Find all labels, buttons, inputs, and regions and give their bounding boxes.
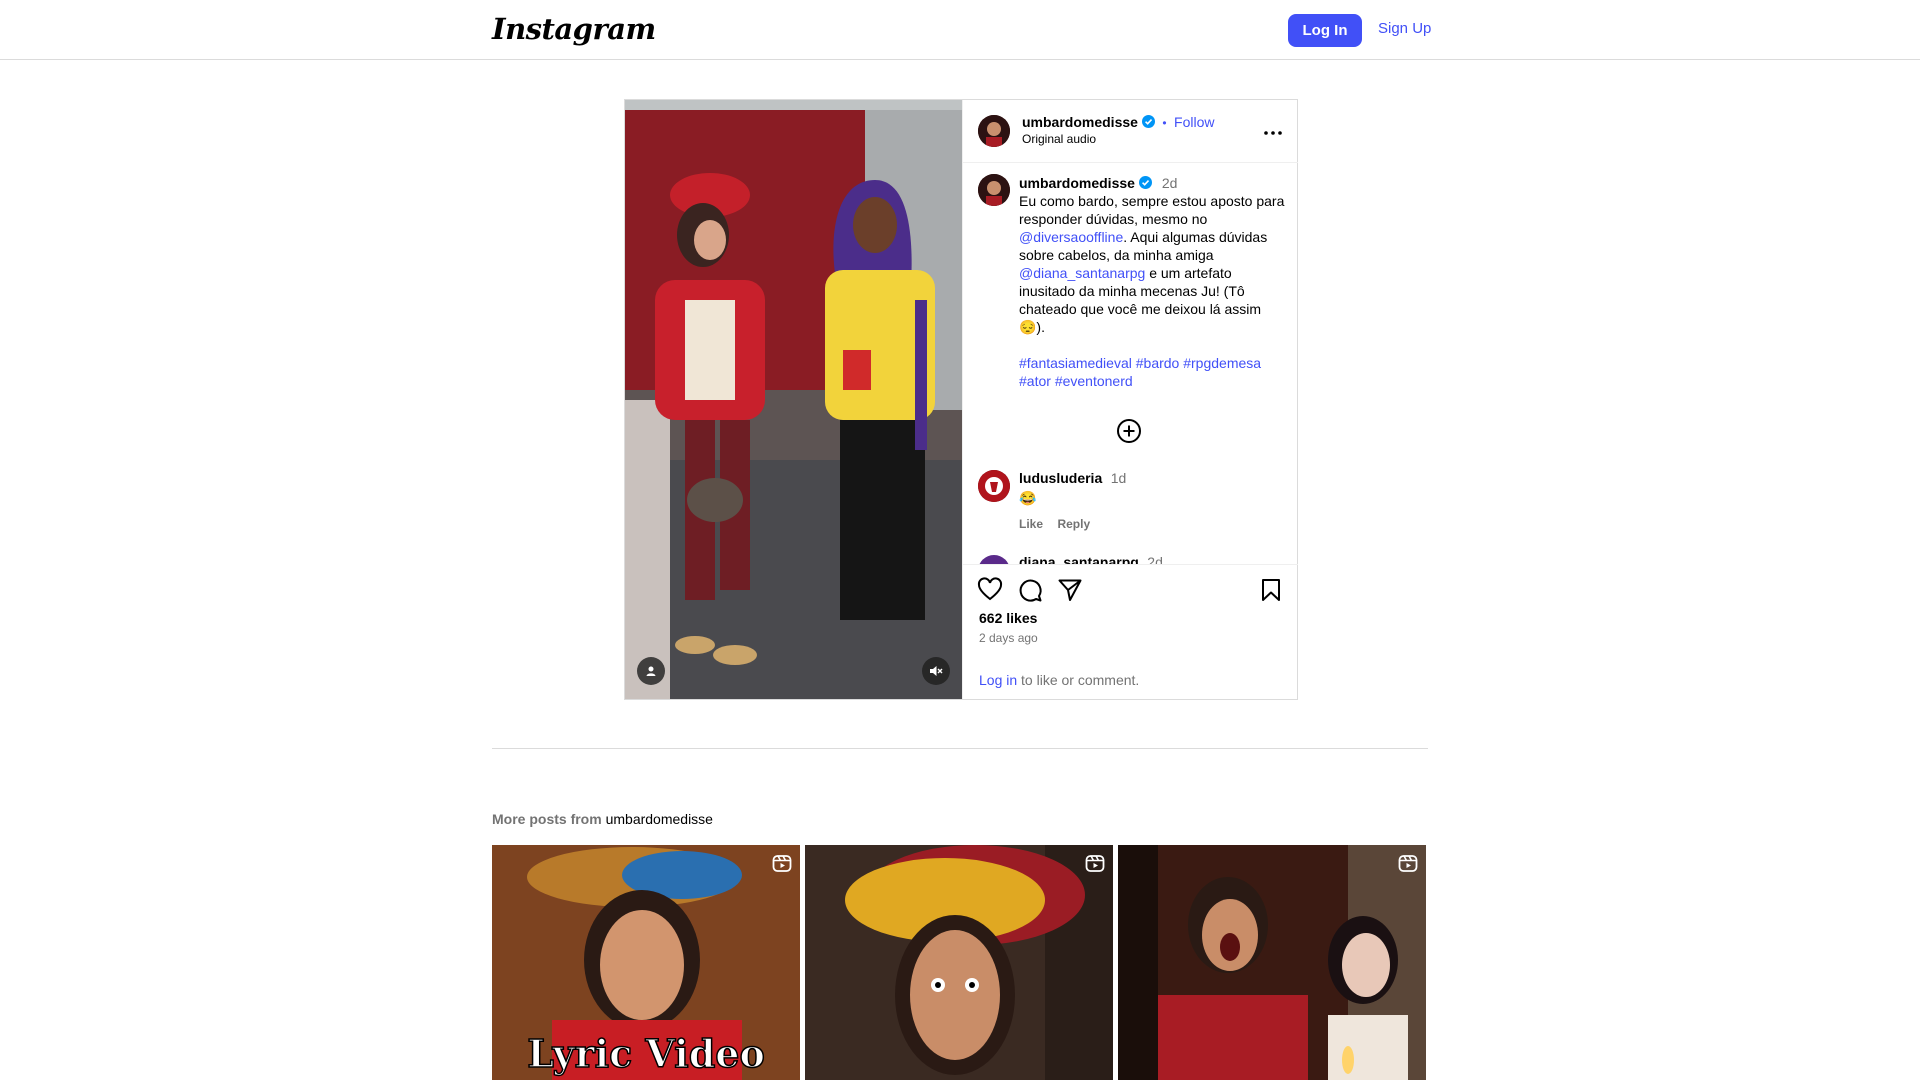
- more-horizontal-icon[interactable]: [1262, 122, 1284, 144]
- mute-button[interactable]: [922, 657, 950, 685]
- thumbnail-overlay-text: Lyric Video: [527, 1031, 765, 1076]
- user-icon: [646, 666, 656, 676]
- post-timestamp[interactable]: 2 days ago: [979, 631, 1038, 645]
- verified-badge-icon: [1138, 176, 1152, 189]
- login-button[interactable]: Log In: [1288, 14, 1362, 47]
- speaker-muted-icon: [930, 666, 943, 676]
- comment-item: ludusluderia 1d 😂 Like Reply: [1019, 470, 1279, 533]
- thumbnail-image: [1118, 845, 1426, 1080]
- comment-time[interactable]: 1d: [1111, 470, 1127, 486]
- thumbnail-image: [805, 845, 1113, 1080]
- verified-badge-icon: [1141, 115, 1155, 128]
- caption-author-avatar[interactable]: [978, 174, 1010, 206]
- post-actions: 662 likes 2 days ago Log in to like or c…: [963, 564, 1298, 699]
- more-posts-username[interactable]: umbardomedisse: [606, 811, 713, 827]
- post-sidebar: umbardomedisse • Follow Original audio u…: [962, 100, 1298, 699]
- tagged-users-button[interactable]: [637, 657, 665, 685]
- top-navigation-bar: Instagram Log In Sign Up: [0, 0, 1920, 60]
- share-icon[interactable]: [1057, 577, 1083, 603]
- thumbnail-image: Lyric Video: [492, 845, 800, 1080]
- reels-icon: [1398, 855, 1418, 872]
- commenter-avatar[interactable]: [978, 470, 1010, 502]
- commenter-avatar[interactable]: [978, 555, 1010, 564]
- post-thumbnail[interactable]: Lyric Video: [492, 845, 800, 1080]
- more-posts-grid: Lyric Video: [492, 845, 1428, 1080]
- likes-count[interactable]: 662 likes: [979, 610, 1037, 626]
- avatar-image: [978, 174, 1010, 206]
- author-avatar[interactable]: [978, 115, 1010, 147]
- mention-link[interactable]: @diana_santanarpg: [1019, 265, 1145, 281]
- hashtag-link[interactable]: #fantasiamedieval: [1019, 355, 1132, 371]
- comment-time[interactable]: 2d: [1147, 554, 1163, 564]
- hashtag-link[interactable]: #eventonerd: [1055, 373, 1133, 389]
- post-thumbnail[interactable]: [1118, 845, 1426, 1080]
- signup-link[interactable]: Sign Up: [1378, 20, 1431, 37]
- login-prompt-text: to like or comment.: [1017, 672, 1140, 688]
- comment-username[interactable]: ludusluderia: [1019, 470, 1102, 486]
- comments-section[interactable]: umbardomedisse 2d Eu como bardo, sempre …: [963, 164, 1298, 564]
- more-posts-label: More posts from: [492, 811, 606, 827]
- login-link[interactable]: Log in: [979, 672, 1017, 688]
- comment-reply-button[interactable]: Reply: [1057, 517, 1090, 531]
- comment-username[interactable]: diana_santanarpg: [1019, 554, 1139, 564]
- caption-text: Eu como bardo, sempre estou aposto para …: [1019, 192, 1289, 336]
- login-prompt: Log in to like or comment.: [979, 672, 1139, 688]
- comment-icon[interactable]: [1017, 577, 1043, 603]
- post-thumbnail[interactable]: [805, 845, 1113, 1080]
- comment-text: 😂: [1019, 490, 1037, 506]
- post-video[interactable]: [625, 100, 962, 699]
- hashtag-link[interactable]: #ator: [1019, 373, 1051, 389]
- comment-item: diana_santanarpg 2d: [1019, 554, 1163, 564]
- author-username[interactable]: umbardomedisse: [1022, 114, 1138, 130]
- reels-icon: [772, 855, 792, 872]
- caption-hashtags: #fantasiamedieval #bardo #rpgdemesa #ato…: [1019, 354, 1289, 390]
- bookmark-icon[interactable]: [1258, 577, 1284, 603]
- avatar-image: [978, 470, 1010, 502]
- post-card: umbardomedisse • Follow Original audio u…: [624, 99, 1298, 700]
- avatar-image: [978, 115, 1010, 147]
- post-caption: umbardomedisse 2d Eu como bardo, sempre …: [1019, 174, 1289, 390]
- section-divider: [492, 748, 1428, 749]
- mention-link[interactable]: @diversaooffline: [1019, 229, 1123, 245]
- caption-username[interactable]: umbardomedisse: [1019, 175, 1135, 191]
- hashtag-link[interactable]: #bardo: [1136, 355, 1180, 371]
- hashtag-link[interactable]: #rpgdemesa: [1183, 355, 1261, 371]
- reels-icon: [1085, 855, 1105, 872]
- dot-separator: •: [1162, 116, 1167, 130]
- instagram-logo[interactable]: Instagram: [492, 12, 656, 46]
- follow-button[interactable]: Follow: [1174, 114, 1214, 130]
- video-frame-image: [625, 100, 962, 699]
- more-posts-heading: More posts from umbardomedisse: [492, 811, 713, 827]
- plus-circle-icon[interactable]: [1116, 418, 1142, 444]
- caption-time[interactable]: 2d: [1162, 175, 1178, 191]
- caption-text-part: Eu como bardo, sempre estou aposto para …: [1019, 193, 1285, 227]
- comment-like-button[interactable]: Like: [1019, 517, 1043, 531]
- audio-label[interactable]: Original audio: [1022, 132, 1096, 146]
- post-header: umbardomedisse • Follow Original audio: [963, 100, 1298, 163]
- heart-icon[interactable]: [977, 577, 1003, 603]
